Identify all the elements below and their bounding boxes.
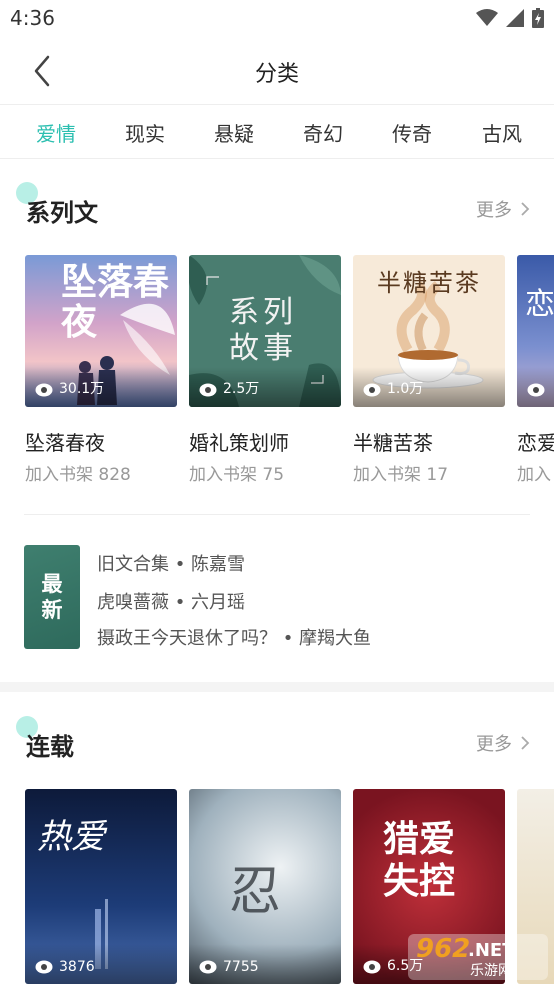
chevron-right-icon	[521, 202, 530, 216]
eye-icon	[199, 960, 217, 974]
views-overlay: 1.0万	[353, 367, 505, 407]
top-bar: 分类	[0, 38, 554, 105]
status-bar: 4:36	[0, 0, 554, 38]
series-more-button[interactable]: 更多	[476, 196, 530, 222]
book-title: 坠落春夜	[25, 431, 105, 455]
signal-icon	[506, 9, 524, 27]
book-cover[interactable]: 热爱 3876	[25, 789, 177, 984]
eye-icon	[363, 383, 381, 397]
category-tabs: 爱情 现实 悬疑 奇幻 传奇 古风	[0, 104, 554, 159]
cover-title: 半糖苦茶	[377, 269, 481, 297]
views-overlay: 7755	[189, 944, 341, 984]
eye-icon	[35, 383, 53, 397]
status-icons	[476, 8, 544, 28]
cover-title: 热爱	[37, 817, 105, 857]
view-count: 30.1万	[59, 381, 105, 397]
view-count: 2.5万	[223, 381, 260, 397]
view-count: 7755	[223, 959, 259, 975]
eye-icon	[35, 960, 53, 974]
tab-ancient[interactable]: 古风	[482, 118, 522, 147]
latest-label-2: 新	[41, 598, 63, 622]
book-cover[interactable]: 坠落春夜 30.1万	[25, 255, 177, 407]
wifi-icon	[476, 9, 498, 26]
latest-badge: 最 新	[24, 545, 80, 649]
cover-title: 系列故事	[229, 295, 297, 366]
update-item[interactable]: 虎嗅蔷薇 • 六月瑶	[97, 588, 245, 614]
cover-title: 坠落春夜	[61, 262, 170, 343]
book-cover[interactable]: 半糖苦茶 1.0万	[353, 255, 505, 407]
book-title: 恋爱	[517, 431, 554, 455]
book-title: 半糖苦茶	[353, 431, 433, 455]
views-overlay: 2.5万	[189, 367, 341, 407]
shelf-count: 加入书架 17	[353, 465, 449, 485]
watermark-logo: 962 .NET 乐游网	[408, 934, 548, 980]
more-label: 更多	[476, 734, 512, 755]
eye-icon	[527, 383, 545, 397]
update-item[interactable]: 摄政王今天退休了吗？ • 摩羯大鱼	[97, 624, 371, 650]
eye-icon	[363, 960, 381, 974]
tab-romance[interactable]: 爱情	[36, 118, 76, 147]
view-count: 3876	[59, 959, 95, 975]
chevron-right-icon	[521, 736, 530, 750]
battery-icon	[532, 8, 544, 28]
divider	[24, 514, 530, 515]
status-time: 4:36	[10, 6, 55, 30]
watermark-suffix: .NET	[468, 940, 515, 961]
book-title: 婚礼策划师	[189, 431, 289, 455]
shelf-count: 加入	[517, 465, 551, 485]
tab-suspense[interactable]: 悬疑	[214, 118, 254, 147]
tab-fantasy[interactable]: 奇幻	[303, 118, 343, 147]
shelf-count: 加入书架 828	[25, 465, 131, 485]
latest-label-1: 最	[41, 572, 63, 596]
cover-title: 猎爱失控	[383, 819, 456, 902]
views-overlay: 3876	[25, 944, 177, 984]
section-title-series: 系列文	[26, 199, 98, 227]
serial-more-button[interactable]: 更多	[476, 730, 530, 756]
views-overlay: 30.1万	[25, 367, 177, 407]
cover-title: 恋	[525, 287, 554, 322]
watermark-sub: 乐游网	[470, 963, 512, 979]
book-cover[interactable]: 恋	[517, 255, 554, 407]
update-item[interactable]: 旧文合集 • 陈嘉雪	[97, 550, 245, 576]
book-cover[interactable]: 忍 7755	[189, 789, 341, 984]
page-title: 分类	[254, 62, 299, 87]
tab-legend[interactable]: 传奇	[392, 118, 432, 147]
more-label: 更多	[476, 200, 512, 221]
eye-icon	[199, 383, 217, 397]
tab-reality[interactable]: 现实	[125, 118, 165, 147]
section-title-serial: 连载	[26, 733, 74, 761]
cover-title: 忍	[229, 862, 282, 922]
section-separator	[0, 682, 554, 692]
book-card[interactable]: 恋 恋爱 加入	[517, 255, 554, 485]
view-count: 1.0万	[387, 381, 424, 397]
views-overlay	[517, 367, 554, 407]
shelf-count: 加入书架 75	[189, 465, 285, 485]
book-cover[interactable]: 系列故事 2.5万	[189, 255, 341, 407]
watermark-number: 962	[416, 934, 471, 964]
